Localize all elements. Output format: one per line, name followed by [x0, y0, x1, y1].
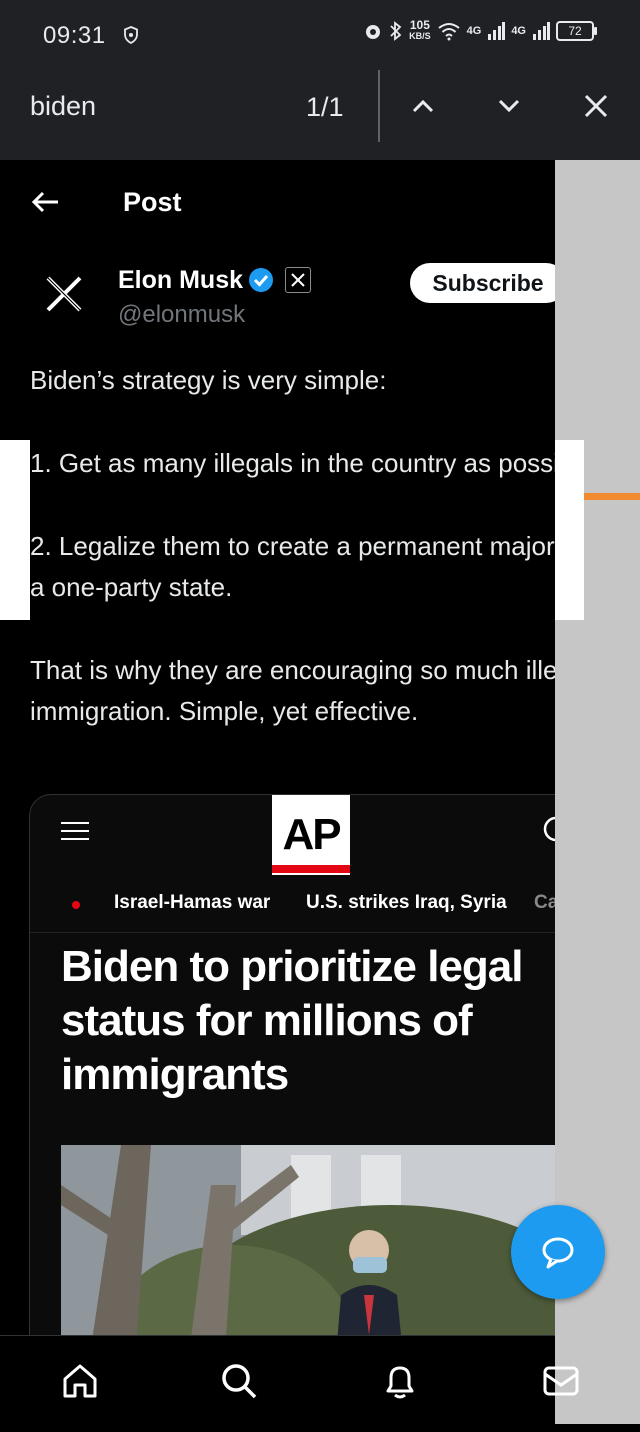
- post-paragraph: 1. Get as many illegals in the country a…: [30, 448, 555, 478]
- nav-messages[interactable]: [540, 1360, 582, 1402]
- find-match-count: 1/1: [306, 92, 344, 122]
- post-paragraph: Biden’s strategy is very simple:: [30, 365, 387, 395]
- status-time: 09:31: [43, 22, 106, 49]
- photo-illustration: [61, 1145, 555, 1335]
- card-edge-left: [0, 440, 30, 620]
- home-icon: [63, 1364, 97, 1398]
- chevron-up-icon: [412, 99, 434, 113]
- nav-home[interactable]: [59, 1360, 101, 1402]
- speed-unit: KB/S: [409, 31, 431, 41]
- find-next-button[interactable]: [489, 86, 529, 126]
- post-text: Biden’s strategy is very simple: 1. Get …: [30, 360, 555, 774]
- ap-logo: AP: [272, 795, 350, 875]
- network-speed: 105 KB/S: [409, 18, 431, 42]
- embedded-image-card[interactable]: AP Israel-Hamas war U.S. strikes Iraq, S…: [29, 794, 555, 1335]
- signal-icon: [488, 22, 506, 40]
- signal-icon-2: [533, 22, 550, 40]
- chevron-down-icon: [498, 99, 520, 113]
- live-dot-icon: [72, 901, 80, 909]
- bell-icon: [386, 1366, 414, 1399]
- network-label-2: 4G: [511, 25, 526, 37]
- ap-logo-underline: [272, 865, 350, 873]
- author-name[interactable]: Elon Musk: [118, 266, 243, 295]
- nav-notifications[interactable]: [379, 1360, 421, 1402]
- network-label-1: 4G: [466, 25, 482, 37]
- topic-link: U.S. strikes Iraq, Syria: [306, 892, 507, 913]
- compose-message-button[interactable]: [511, 1205, 605, 1299]
- find-query-input[interactable]: biden: [30, 91, 96, 122]
- topic-link: Califo: [534, 892, 555, 913]
- article-photo: [61, 1145, 555, 1335]
- wifi-icon: [438, 23, 460, 41]
- post-paragraph: 2. Legalize them to create a permanent m…: [30, 531, 555, 602]
- search-icon: [222, 1364, 257, 1399]
- find-divider: [378, 70, 380, 142]
- x-affiliate-badge-icon: [285, 267, 311, 293]
- shield-icon: [124, 26, 138, 44]
- status-icons: 105 KB/S 4G 4G 72: [363, 18, 597, 42]
- find-in-page-bar: biden 1/1: [0, 58, 640, 161]
- search-icon: [543, 816, 555, 842]
- subscribe-button[interactable]: Subscribe: [410, 263, 555, 303]
- verified-badge-icon: [249, 268, 273, 292]
- back-arrow-icon[interactable]: [30, 190, 62, 214]
- nav-search[interactable]: [218, 1360, 260, 1402]
- card-edge-right: [555, 440, 584, 620]
- post-paragraph: That is why they are encouraging so much…: [30, 655, 555, 726]
- bottom-navigation: [0, 1335, 579, 1432]
- find-previous-button[interactable]: [403, 86, 443, 126]
- find-close-button[interactable]: [576, 86, 616, 126]
- page-title: Post: [123, 187, 182, 217]
- hamburger-menu-icon: [61, 822, 89, 842]
- article-headline: Biden to prioritize legal status for mil…: [61, 942, 524, 1099]
- mail-icon: [543, 1366, 579, 1396]
- alarm-icon: [366, 25, 381, 39]
- x-small-icon: [291, 273, 305, 287]
- divider: [30, 932, 555, 933]
- speed-value: 105: [409, 18, 430, 32]
- topic-link: Israel-Hamas war: [114, 892, 271, 913]
- status-bar: 09:31 105 KB/S 4G 4G 72: [0, 0, 640, 58]
- battery-level: 72: [568, 24, 582, 38]
- battery-icon: 72: [556, 21, 597, 41]
- bluetooth-icon: [390, 21, 402, 41]
- author-handle[interactable]: @elonmusk: [118, 301, 245, 329]
- post-page: Post Elon Musk @elonmusk Subscribe ••• B…: [0, 160, 555, 1335]
- chat-bubble-icon: [542, 1237, 574, 1269]
- x-logo-icon: [46, 276, 82, 312]
- close-icon: [584, 94, 608, 118]
- avatar[interactable]: [35, 265, 93, 323]
